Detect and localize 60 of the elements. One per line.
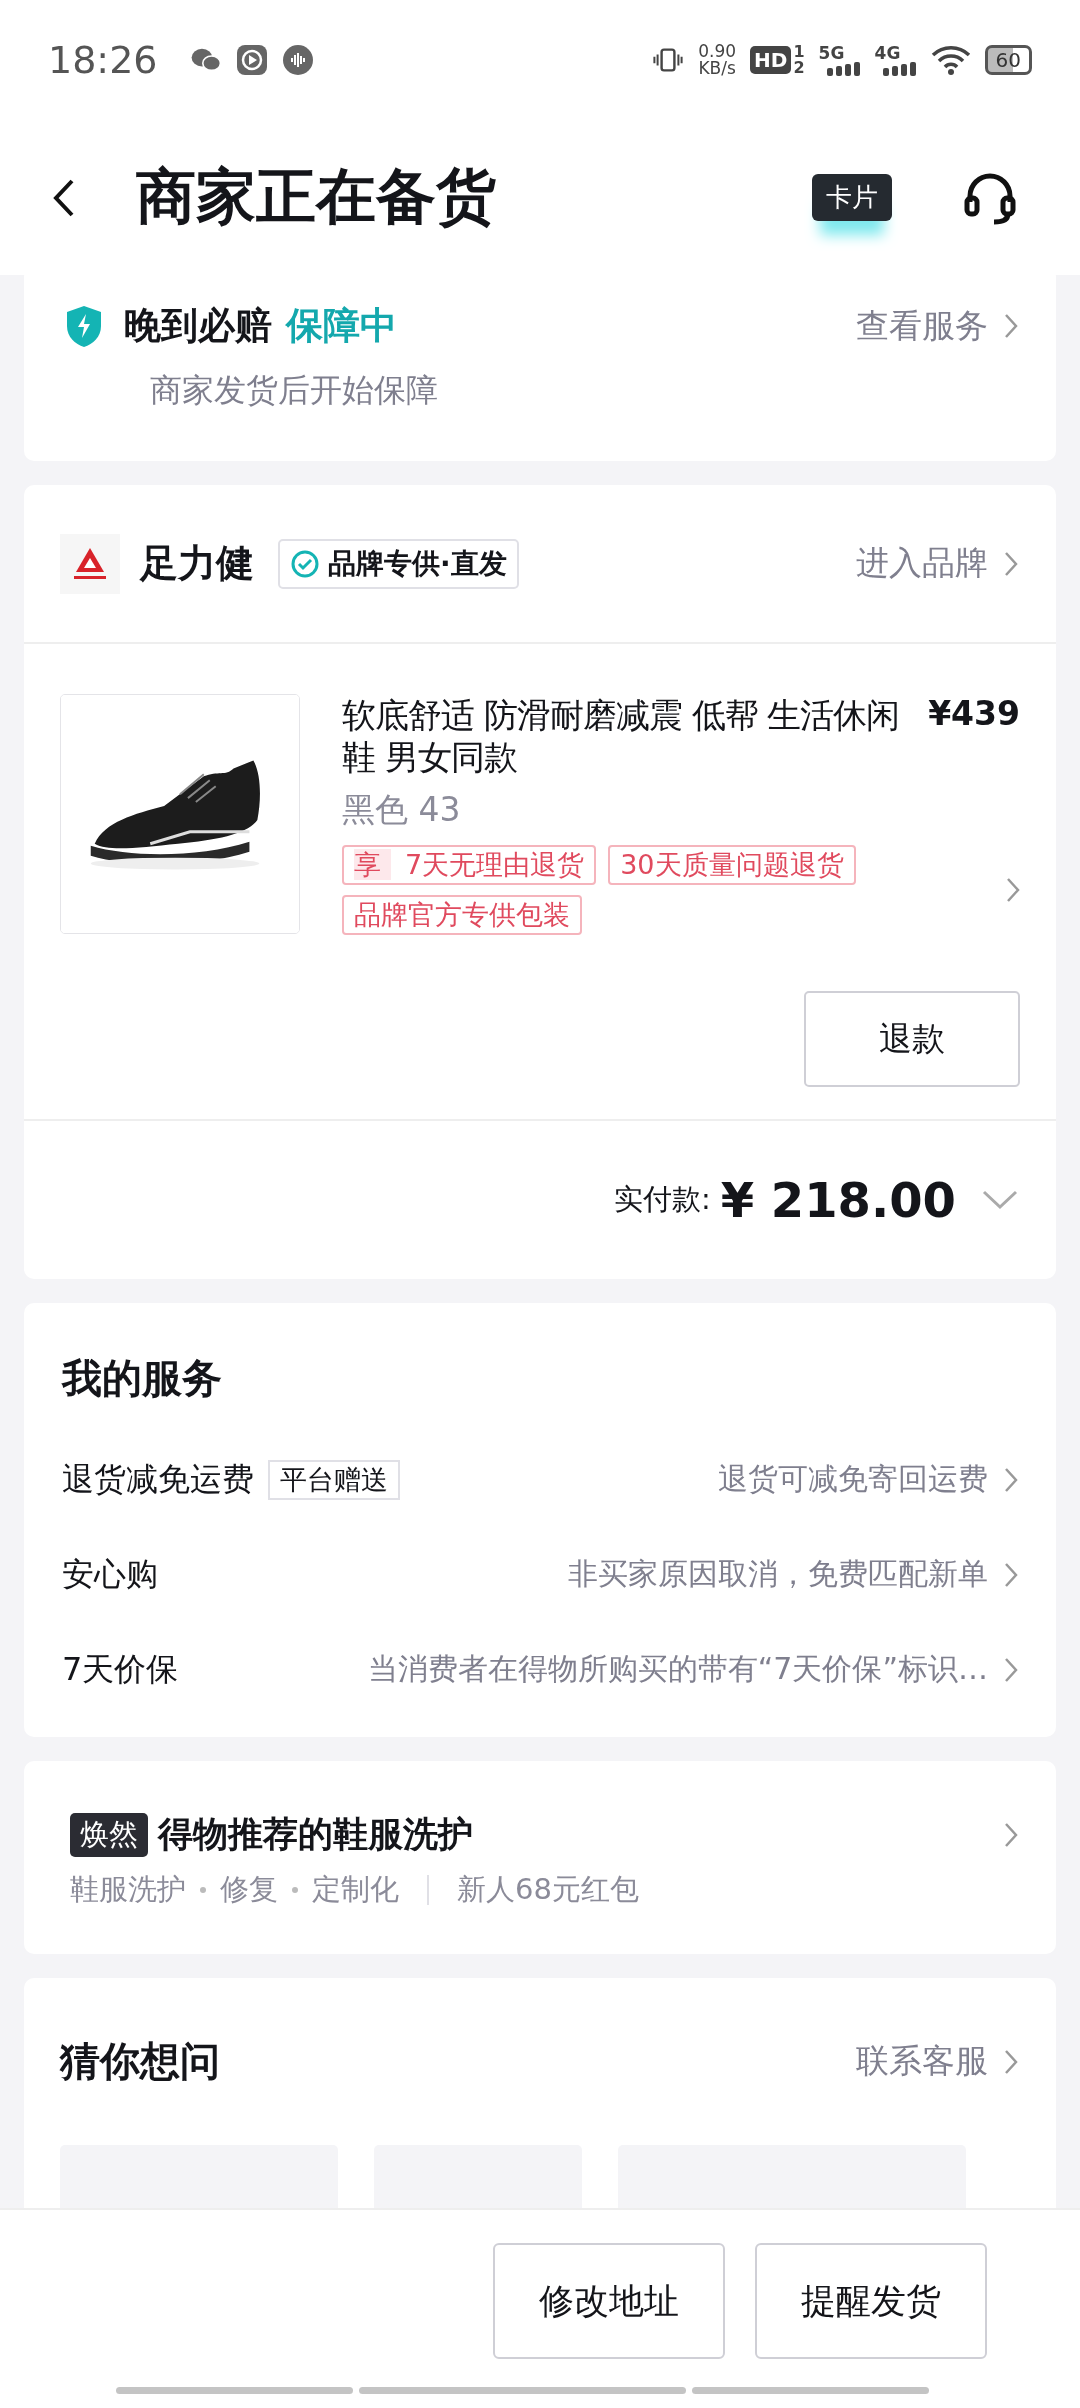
- card-button[interactable]: 卡片: [812, 174, 892, 221]
- status-time: 18:26: [48, 38, 158, 82]
- policy-tag: 品牌官方专供包装: [342, 895, 582, 935]
- guarantee-status: 保障中: [286, 303, 397, 349]
- chevron-right-icon: [1004, 2048, 1018, 2075]
- play-icon: [235, 44, 268, 76]
- policy-tag: 享 7天无理由退货: [342, 845, 597, 885]
- policy-tag: 30天质量问题退货: [608, 845, 856, 885]
- care-feature: 鞋服洗护: [70, 1871, 186, 1908]
- chevron-right-icon[interactable]: [1006, 877, 1020, 903]
- service-row[interactable]: 退货减免运费 平台赠送 退货可减免寄回运费: [62, 1432, 1018, 1527]
- action-button[interactable]: 提醒发货: [755, 2243, 987, 2359]
- sim-number: 1: [793, 44, 805, 60]
- chevron-right-icon: [1004, 1466, 1018, 1493]
- refund-button[interactable]: 退款: [804, 991, 1020, 1087]
- product-title: 软底舒适 防滑耐磨减震 低帮 生活休闲鞋 男女同款: [342, 694, 901, 778]
- chevron-right-icon: [1004, 550, 1018, 577]
- net-unit: KB/s: [698, 60, 736, 77]
- chevron-right-icon: [1004, 1821, 1018, 1848]
- section-title: 我的服务: [62, 1354, 223, 1403]
- care-feature: 修复: [220, 1871, 278, 1908]
- hd-badge: HD: [750, 46, 792, 74]
- enter-brand-link[interactable]: 进入品牌: [856, 541, 988, 586]
- brand-badge: 焕然: [70, 1812, 148, 1857]
- care-feature: 定制化: [312, 1871, 399, 1908]
- page-title: 商家正在备货: [136, 160, 496, 233]
- battery-icon: 60: [984, 45, 1032, 75]
- section-title: 猜你想问: [60, 2037, 220, 2086]
- care-card[interactable]: 焕然 得物推荐的鞋服洗护 鞋服洗护 修复 定制化 新人68元红包: [24, 1761, 1056, 1954]
- signal-icon: [882, 62, 917, 76]
- back-icon[interactable]: [52, 177, 76, 218]
- product-price: ¥439: [928, 694, 1020, 735]
- view-service-link[interactable]: 查看服务: [856, 303, 988, 349]
- chevron-down-icon[interactable]: [982, 1190, 1018, 1210]
- network-type: 5G: [818, 44, 846, 62]
- service-row[interactable]: 7天价保 当消费者在得物所购买的带有“7天价保”标识…: [62, 1622, 1018, 1717]
- wifi-icon: [930, 45, 971, 75]
- guarantee-title: 晚到必赔: [124, 303, 272, 349]
- audio-icon: [281, 44, 314, 76]
- net-speed: 0.90: [698, 43, 737, 60]
- chevron-right-icon: [1004, 313, 1018, 339]
- care-title: 得物推荐的鞋服洗护: [158, 1813, 473, 1856]
- action-button[interactable]: 修改地址: [493, 2243, 725, 2359]
- brand-name: 足力健: [140, 540, 254, 587]
- chevron-right-icon: [1004, 1561, 1018, 1588]
- paid-label: 实付款:: [613, 1181, 711, 1218]
- sim-number: 2: [793, 60, 805, 76]
- service-row[interactable]: 安心购 非买家原因取消，免费匹配新单: [62, 1527, 1018, 1622]
- brand-logo: [60, 533, 120, 594]
- verified-icon: [290, 548, 320, 579]
- care-promo: 新人68元红包: [457, 1871, 639, 1908]
- shield-icon: [64, 304, 104, 348]
- chevron-right-icon: [1004, 1656, 1018, 1683]
- paid-amount: ¥ 218.00: [720, 1172, 956, 1228]
- network-type: 4G: [874, 44, 902, 62]
- signal-icon: [826, 62, 861, 76]
- product-spec: 黑色 43: [342, 789, 462, 831]
- brand-badge-text: 品牌专供·直发: [328, 545, 507, 582]
- guarantee-subtitle: 商家发货后开始保障: [150, 370, 439, 411]
- contact-service-link[interactable]: 联系客服: [856, 2039, 988, 2084]
